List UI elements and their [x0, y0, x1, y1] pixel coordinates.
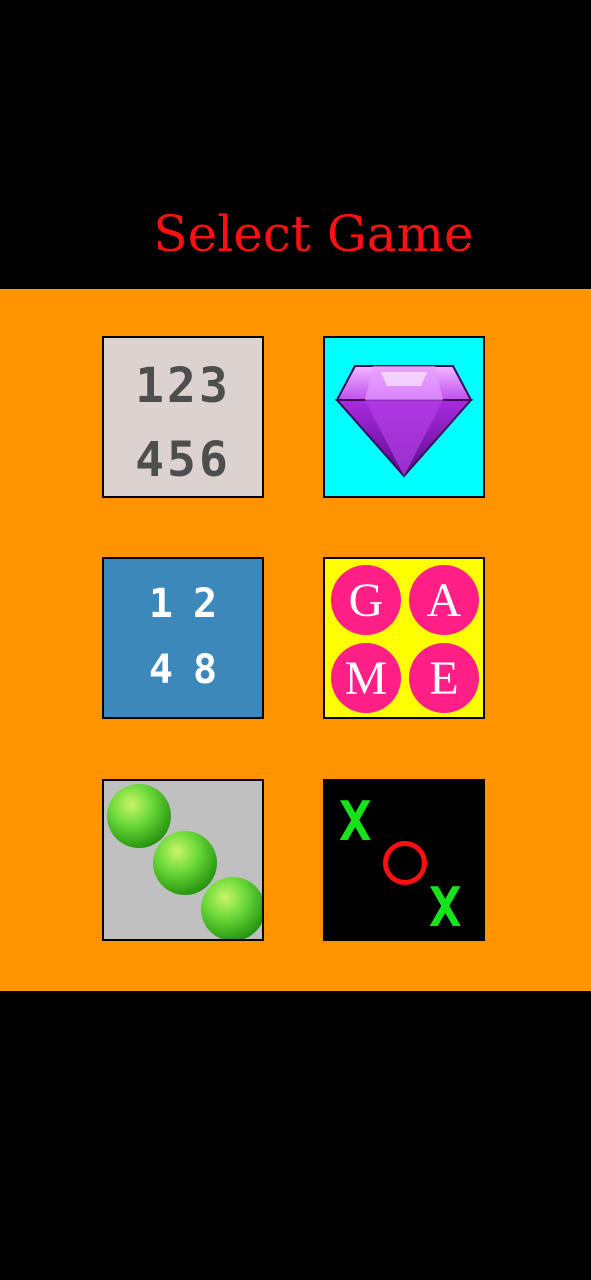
game-tile-letters[interactable]: G A M E [323, 557, 485, 719]
x-mark: X [339, 790, 372, 853]
letter-circle: G [331, 565, 401, 635]
purple-gem-icon [334, 365, 474, 478]
game-tile-jewel[interactable] [323, 336, 485, 498]
game-tile-2048[interactable]: 12 48 [102, 557, 264, 719]
tile-number-row-1: 123 [135, 358, 231, 414]
game-tile-number-puzzle[interactable]: 123 456 [102, 336, 264, 498]
letter-circle: M [331, 643, 401, 713]
tile-number-row-1: 12 [148, 581, 238, 627]
green-ball-icon [107, 784, 171, 848]
game-grid-panel [0, 289, 591, 991]
tile-number-row-2: 456 [135, 432, 231, 488]
letter-circle: A [409, 565, 479, 635]
o-mark-icon [383, 841, 427, 885]
game-tile-balls[interactable] [102, 779, 264, 941]
x-mark: X [429, 876, 462, 939]
tile-number-row-2: 48 [148, 647, 238, 693]
green-ball-icon [153, 831, 217, 895]
letter-circle: E [409, 643, 479, 713]
green-ball-icon [201, 877, 262, 939]
game-tile-tic-tac-toe[interactable]: X X [323, 779, 485, 941]
page-title: Select Game [153, 205, 474, 263]
